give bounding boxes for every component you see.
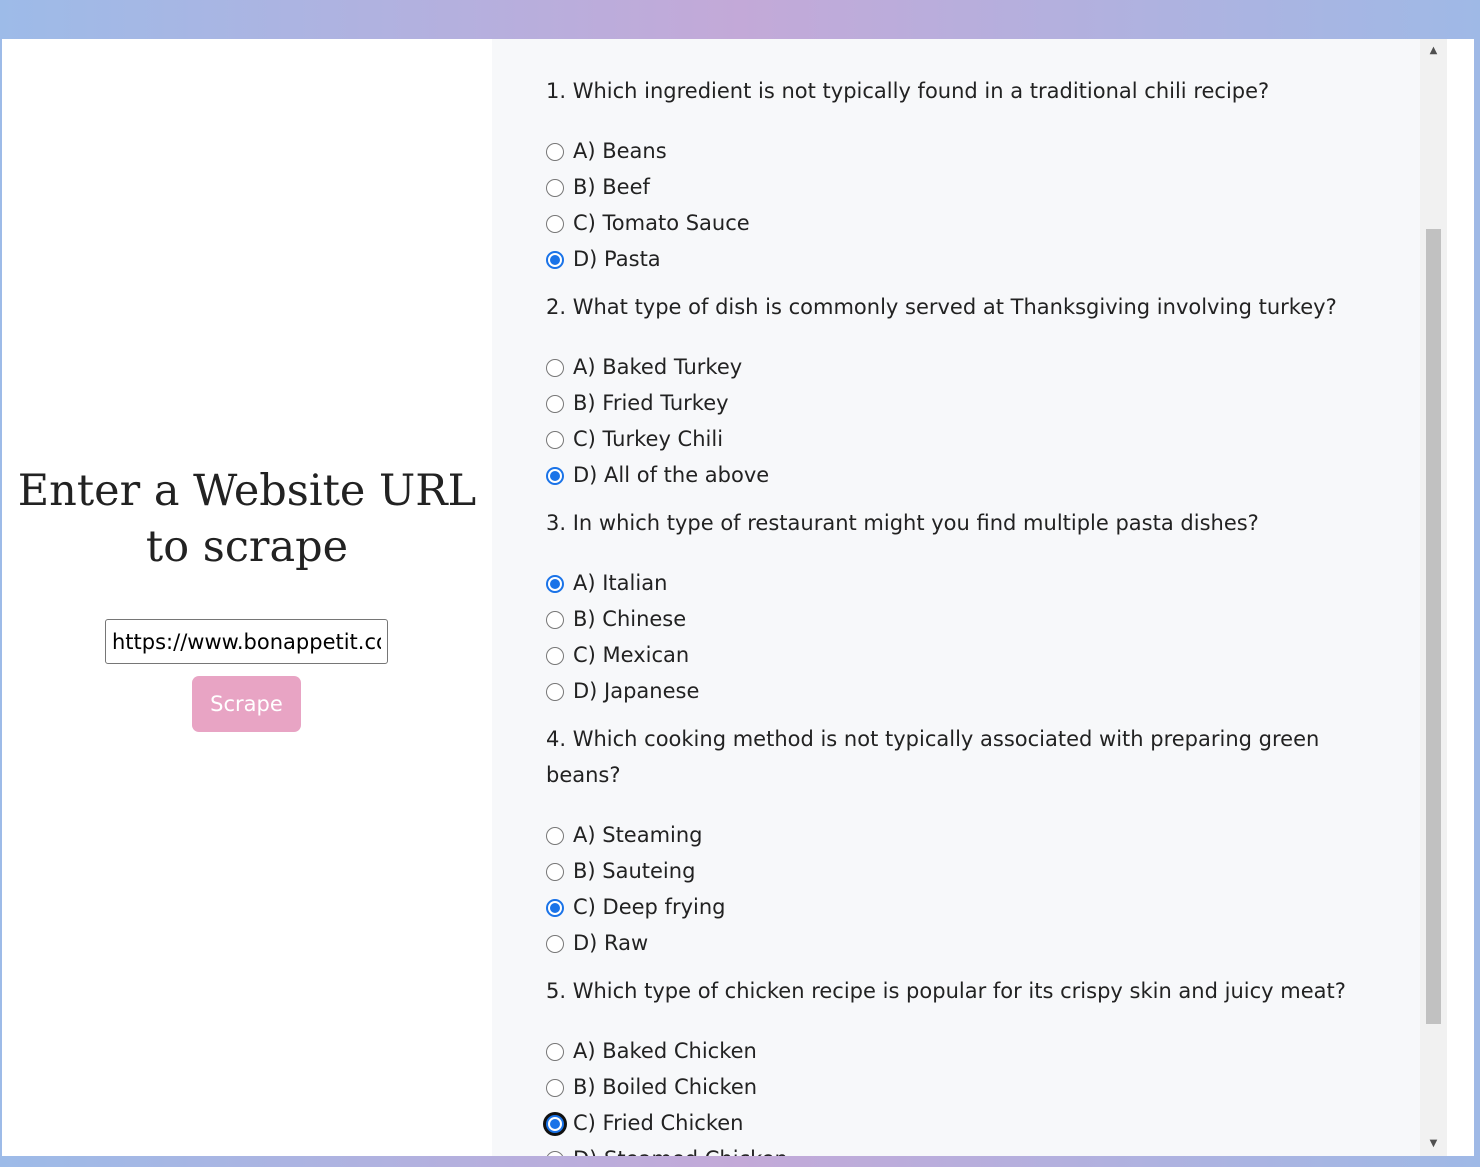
option-label: B) Sauteing	[573, 859, 696, 883]
option-label: C) Fried Chicken	[573, 1111, 744, 1135]
quiz-panel: 1. Which ingredient is not typically fou…	[492, 39, 1447, 1156]
option-label: C) Turkey Chili	[573, 427, 724, 451]
question-block: 3. In which type of restaurant might you…	[546, 505, 1366, 709]
radio-button[interactable]	[546, 611, 564, 629]
answer-option[interactable]: D) Japanese	[546, 673, 1366, 709]
option-label: A) Beans	[573, 139, 667, 163]
radio-button[interactable]	[546, 863, 564, 881]
radio-button[interactable]	[546, 683, 564, 701]
option-label: A) Baked Turkey	[573, 355, 743, 379]
vertical-scrollbar[interactable]: ▲ ▼	[1420, 39, 1447, 1156]
answer-option[interactable]: A) Baked Turkey	[546, 349, 1366, 385]
radio-button[interactable]	[546, 935, 564, 953]
radio-button[interactable]	[546, 431, 564, 449]
question-text: 5. Which type of chicken recipe is popul…	[546, 979, 1346, 1003]
radio-button[interactable]	[546, 1079, 564, 1097]
scroll-up-icon[interactable]: ▲	[1420, 41, 1447, 61]
answer-option[interactable]: D) All of the above	[546, 457, 1366, 493]
radio-button[interactable]	[546, 899, 564, 917]
scrollbar-thumb[interactable]	[1426, 229, 1441, 1024]
option-label: D) Raw	[573, 931, 649, 955]
radio-button[interactable]	[546, 143, 564, 161]
question-block: 4. Which cooking method is not typically…	[546, 721, 1366, 961]
radio-button[interactable]	[546, 1043, 564, 1061]
option-label: D) Pasta	[573, 247, 661, 271]
answer-option[interactable]: B) Beef	[546, 169, 1366, 205]
answer-option[interactable]: A) Beans	[546, 133, 1366, 169]
radio-button[interactable]	[546, 1115, 564, 1133]
answer-option[interactable]: B) Chinese	[546, 601, 1366, 637]
radio-button[interactable]	[546, 1151, 564, 1156]
radio-button[interactable]	[546, 215, 564, 233]
option-label: C) Deep frying	[573, 895, 726, 919]
option-label: A) Steaming	[573, 823, 703, 847]
answer-option[interactable]: A) Steaming	[546, 817, 1366, 853]
answer-option[interactable]: C) Tomato Sauce	[546, 205, 1366, 241]
answer-option[interactable]: D) Raw	[546, 925, 1366, 961]
scrape-button[interactable]: Scrape	[192, 676, 301, 732]
option-label: D) All of the above	[573, 463, 770, 487]
option-label: B) Fried Turkey	[573, 391, 729, 415]
option-label: A) Italian	[573, 571, 668, 595]
radio-button[interactable]	[546, 575, 564, 593]
option-label: B) Boiled Chicken	[573, 1075, 758, 1099]
question-block: 5. Which type of chicken recipe is popul…	[546, 973, 1366, 1156]
quiz-list: 1. Which ingredient is not typically fou…	[546, 73, 1366, 1156]
radio-button[interactable]	[546, 467, 564, 485]
url-input[interactable]	[105, 619, 388, 664]
answer-option[interactable]: B) Boiled Chicken	[546, 1069, 1366, 1105]
answer-option[interactable]: D) Steamed Chicken	[546, 1141, 1366, 1156]
scroll-down-icon[interactable]: ▼	[1420, 1134, 1447, 1154]
question-text: 4. Which cooking method is not typically…	[546, 727, 1320, 787]
radio-button[interactable]	[546, 395, 564, 413]
option-label: C) Tomato Sauce	[573, 211, 750, 235]
answer-option[interactable]: A) Italian	[546, 565, 1366, 601]
radio-button[interactable]	[546, 179, 564, 197]
app-window: Enter a Website URL to scrape Scrape 1. …	[2, 39, 1474, 1156]
page-title: Enter a Website URL to scrape	[17, 466, 477, 572]
option-label: B) Beef	[573, 175, 650, 199]
answer-option[interactable]: C) Deep frying	[546, 889, 1366, 925]
option-label: D) Japanese	[573, 679, 700, 703]
question-block: 1. Which ingredient is not typically fou…	[546, 73, 1366, 277]
answer-option[interactable]: C) Turkey Chili	[546, 421, 1366, 457]
question-text: 3. In which type of restaurant might you…	[546, 511, 1259, 535]
radio-button[interactable]	[546, 647, 564, 665]
option-label: A) Baked Chicken	[573, 1039, 757, 1063]
answer-option[interactable]: B) Fried Turkey	[546, 385, 1366, 421]
question-text: 1. Which ingredient is not typically fou…	[546, 79, 1270, 103]
answer-option[interactable]: D) Pasta	[546, 241, 1366, 277]
radio-button[interactable]	[546, 359, 564, 377]
radio-button[interactable]	[546, 251, 564, 269]
option-label: B) Chinese	[573, 607, 687, 631]
answer-option[interactable]: A) Baked Chicken	[546, 1033, 1366, 1069]
answer-option[interactable]: B) Sauteing	[546, 853, 1366, 889]
option-label: C) Mexican	[573, 643, 690, 667]
answer-option[interactable]: C) Mexican	[546, 637, 1366, 673]
radio-button[interactable]	[546, 827, 564, 845]
option-label: D) Steamed Chicken	[573, 1147, 788, 1156]
question-block: 2. What type of dish is commonly served …	[546, 289, 1366, 493]
scrape-panel: Enter a Website URL to scrape Scrape	[2, 39, 492, 1156]
question-text: 2. What type of dish is commonly served …	[546, 295, 1337, 319]
answer-option[interactable]: C) Fried Chicken	[546, 1105, 1366, 1141]
